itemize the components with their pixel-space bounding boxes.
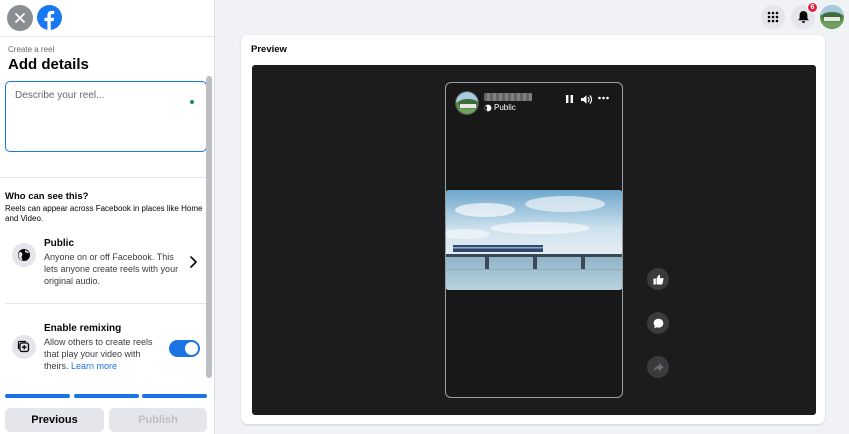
divider [0,177,207,178]
preview-stage: Public [252,65,816,415]
sidebar-scrollbar[interactable] [206,76,212,378]
share-button[interactable] [647,356,669,378]
more-horizontal-icon [598,96,609,100]
divider [5,303,207,304]
progress-step-2 [74,394,139,398]
audience-option-title: Public [44,238,75,249]
audience-note: Reels can appear across Facebook in plac… [5,204,203,223]
reel-privacy-label: Public [494,103,516,112]
remix-title: Enable remixing [44,323,122,334]
audience-heading: Who can see this? [5,191,89,202]
reel-privacy: Public [484,103,516,112]
notification-badge: 6 [807,2,818,13]
close-icon [15,13,25,23]
publish-button[interactable]: Publish [109,408,207,432]
like-button[interactable] [647,268,669,290]
audience-option-public[interactable]: Public Anyone on or off Facebook. This l… [0,230,207,290]
avatar[interactable] [820,5,844,29]
remix-toggle[interactable] [169,340,200,357]
breadcrumb: Create a reel [8,45,55,54]
facebook-logo-icon[interactable] [37,5,62,30]
globe-icon [484,104,492,111]
details-form: Create a reel Add details Who can see th… [0,37,214,380]
description-input[interactable] [6,82,206,151]
more-options-button[interactable] [598,96,609,100]
globe-icon [12,243,36,267]
description-field[interactable] [5,81,207,152]
remix-description: Allow others to create reels that play y… [44,336,164,372]
comment-icon [653,318,663,328]
pause-button[interactable] [565,94,574,104]
chevron-right-icon [190,256,197,268]
learn-more-link[interactable]: Learn more [71,361,117,371]
bell-icon [797,11,809,23]
reel-author-avatar [455,91,479,115]
reel-author-name-blurred [484,93,532,101]
preview-panel: Preview Public [241,35,825,424]
grammar-check-indicator [190,100,194,104]
sidebar: Create a reel Add details Who can see th… [0,0,215,434]
preview-label: Preview [251,44,287,55]
volume-icon [581,95,593,104]
progress-step-3 [142,394,207,398]
progress-step-1 [5,394,70,398]
previous-button[interactable]: Previous [5,408,104,432]
reel-video-thumbnail[interactable] [446,190,622,290]
like-icon [653,274,664,284]
reel-preview: Public [445,82,623,398]
sidebar-header [0,0,214,36]
audience-option-description: Anyone on or off Facebook. This lets any… [44,252,179,286]
pause-icon [566,95,573,103]
share-icon [653,362,663,372]
comment-button[interactable] [647,312,669,334]
close-button[interactable] [7,5,33,31]
menu-button[interactable] [761,5,785,29]
toggle-knob [185,342,198,355]
volume-button[interactable] [580,94,593,105]
remix-icon [12,335,36,359]
apps-grid-icon [767,11,779,23]
page-title: Add details [8,56,89,73]
